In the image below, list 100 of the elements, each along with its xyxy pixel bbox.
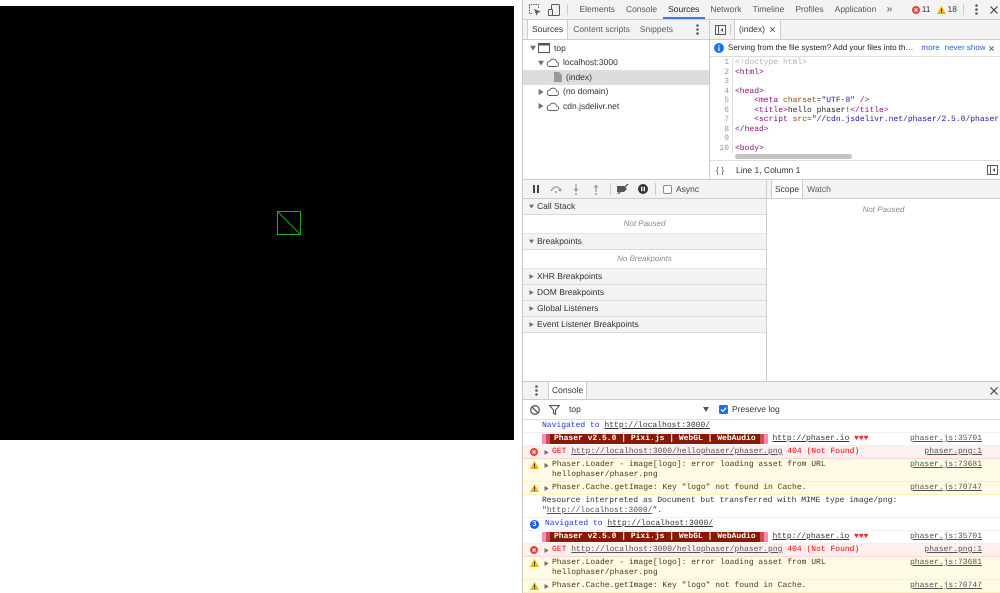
source-link[interactable]: phaser.js:70747	[910, 483, 982, 493]
more-tabs-button[interactable]: »	[882, 0, 898, 19]
url-link[interactable]: http://localhost:3000/hellophaser/phaser.png	[571, 447, 782, 456]
panel-tab[interactable]: Timeline	[747, 0, 790, 19]
infobar-link[interactable]: more	[921, 42, 940, 54]
deactivate-breakpoints-icon[interactable]	[617, 184, 629, 194]
tree-item[interactable]: cdn.jsdelivr.net	[523, 99, 709, 114]
tab[interactable]: Content scripts	[568, 20, 635, 39]
tab[interactable]: Snippets	[634, 20, 678, 39]
disclosure-triangle-icon[interactable]	[529, 306, 534, 311]
tab[interactable]: Watch	[803, 180, 835, 198]
more-menu-icon[interactable]	[535, 385, 538, 396]
pane-header[interactable]: Event Listener Breakpoints	[523, 317, 766, 333]
disclosure-triangle-icon[interactable]	[544, 462, 549, 468]
more-menu-icon[interactable]	[975, 4, 978, 15]
device-icon[interactable]	[548, 4, 560, 16]
console-message: GET http://localhost:3000/hellophaser/phaser.png 404 (Not Found)	[552, 545, 860, 554]
line-number: 3	[724, 77, 729, 86]
disclosure-triangle-icon[interactable]	[529, 322, 534, 327]
disclosure-triangle-icon[interactable]	[530, 45, 536, 52]
url-link[interactable]: http://localhost:3000/	[604, 421, 710, 430]
console-message: Navigated to http://localhost:3000/	[545, 519, 714, 528]
code-line: <head>	[735, 86, 764, 96]
tab[interactable]: Console	[548, 382, 588, 399]
source-link[interactable]: phaser.js:73681	[910, 460, 982, 470]
pause-on-exceptions-icon[interactable]	[638, 184, 648, 194]
panel-tab[interactable]: Console	[620, 0, 663, 19]
url-link[interactable]: http://phaser.io	[772, 532, 850, 541]
url-link[interactable]: http://localhost:3000/	[546, 506, 652, 515]
close-icon[interactable]	[990, 386, 998, 394]
pretty-print-button[interactable]: { }	[716, 164, 724, 176]
source-link[interactable]: phaser.js:70747	[910, 581, 982, 591]
funnel-icon[interactable]	[549, 404, 560, 414]
panel-tab[interactable]: Network	[704, 0, 747, 19]
tree-item[interactable]: top	[523, 41, 709, 56]
cloud-icon	[546, 58, 559, 68]
warning-count-button[interactable]: 18	[936, 0, 957, 19]
url-link[interactable]: http://phaser.io	[772, 434, 850, 443]
disclosure-triangle-icon[interactable]	[538, 88, 544, 95]
tree-item[interactable]: (index)	[523, 70, 709, 84]
disclosure-triangle-icon[interactable]	[544, 450, 549, 454]
pane-header[interactable]: DOM Breakpoints	[523, 285, 766, 301]
error-count-button[interactable]: 11	[912, 0, 931, 19]
warning-icon	[936, 6, 946, 14]
line-number: 10	[719, 144, 729, 153]
source-link[interactable]: phaser.js:35701	[910, 532, 982, 542]
pane-header[interactable]: XHR Breakpoints	[523, 269, 766, 285]
context-dropdown[interactable]: top	[565, 403, 712, 416]
tree-item[interactable]: localhost:3000	[523, 56, 709, 70]
source-link[interactable]: phaser.js:35701	[910, 434, 982, 444]
cursor-select-icon[interactable]	[529, 4, 541, 16]
step-out-icon[interactable]	[593, 184, 599, 194]
source-link[interactable]: phaser.js:73681	[910, 558, 982, 568]
disclosure-triangle-icon[interactable]	[544, 548, 549, 552]
step-over-icon[interactable]	[550, 185, 562, 193]
pane-header[interactable]: Call Stack	[523, 199, 766, 215]
close-icon[interactable]	[988, 46, 994, 50]
disclosure-triangle-icon[interactable]	[544, 560, 549, 566]
checkbox-label[interactable]: Preserve log	[732, 403, 780, 416]
checkbox-label[interactable]: Async	[676, 182, 700, 196]
sidebar-toggle-icon[interactable]	[987, 165, 998, 175]
disclosure-triangle-icon[interactable]	[529, 204, 534, 209]
sidebar-toggle-icon[interactable]	[715, 24, 726, 34]
line-number: 5	[724, 96, 729, 106]
disclosure-triangle-icon[interactable]	[544, 486, 549, 490]
tree-item[interactable]: (no domain)	[523, 84, 709, 99]
pane-header[interactable]: Breakpoints	[523, 234, 766, 250]
checkbox[interactable]	[719, 405, 728, 414]
horizontal-scrollbar[interactable]	[735, 154, 852, 159]
circle-slash-icon[interactable]	[530, 404, 540, 414]
source-link[interactable]: phaser.png:1	[924, 545, 982, 555]
warning-icon	[530, 484, 539, 492]
slashed-square-icon	[277, 211, 301, 235]
panel-tab[interactable]: Application	[829, 0, 882, 19]
close-icon[interactable]	[990, 6, 998, 14]
disclosure-triangle-icon[interactable]	[529, 290, 534, 295]
close-icon[interactable]	[770, 27, 775, 32]
disclosure-triangle-icon[interactable]	[544, 584, 549, 588]
panel-tab[interactable]: Profiles	[790, 0, 830, 19]
url-link[interactable]: http://localhost:3000/	[607, 519, 714, 528]
line-number: 9	[724, 134, 729, 144]
more-menu-icon[interactable]	[696, 24, 699, 35]
code-line: <body>	[735, 144, 764, 153]
disclosure-triangle-icon[interactable]	[529, 274, 534, 279]
source-link[interactable]: phaser.png:1	[924, 447, 982, 457]
pause-icon[interactable]	[532, 185, 540, 193]
disclosure-triangle-icon[interactable]	[538, 60, 544, 66]
panel-tab[interactable]: Elements	[574, 0, 620, 19]
disclosure-triangle-icon[interactable]	[538, 103, 544, 110]
tab[interactable]: Scope	[771, 180, 804, 198]
url-link[interactable]: http://localhost:3000/hellophaser/phaser.png	[571, 545, 782, 554]
checkbox[interactable]	[663, 184, 672, 194]
file-tab[interactable]: (index)	[734, 20, 781, 39]
step-into-icon[interactable]	[573, 184, 579, 194]
tab[interactable]: Sources	[527, 20, 568, 39]
hearts-text: ♥♥♥	[854, 532, 868, 541]
pane-header[interactable]: Global Listeners	[523, 301, 766, 317]
console-message: Phaser.Loader - image[logo]: error loading asset from URL hellophaser/phaser.png	[552, 460, 826, 479]
disclosure-triangle-icon[interactable]	[529, 239, 534, 244]
infobar-link[interactable]: never show	[944, 42, 986, 54]
